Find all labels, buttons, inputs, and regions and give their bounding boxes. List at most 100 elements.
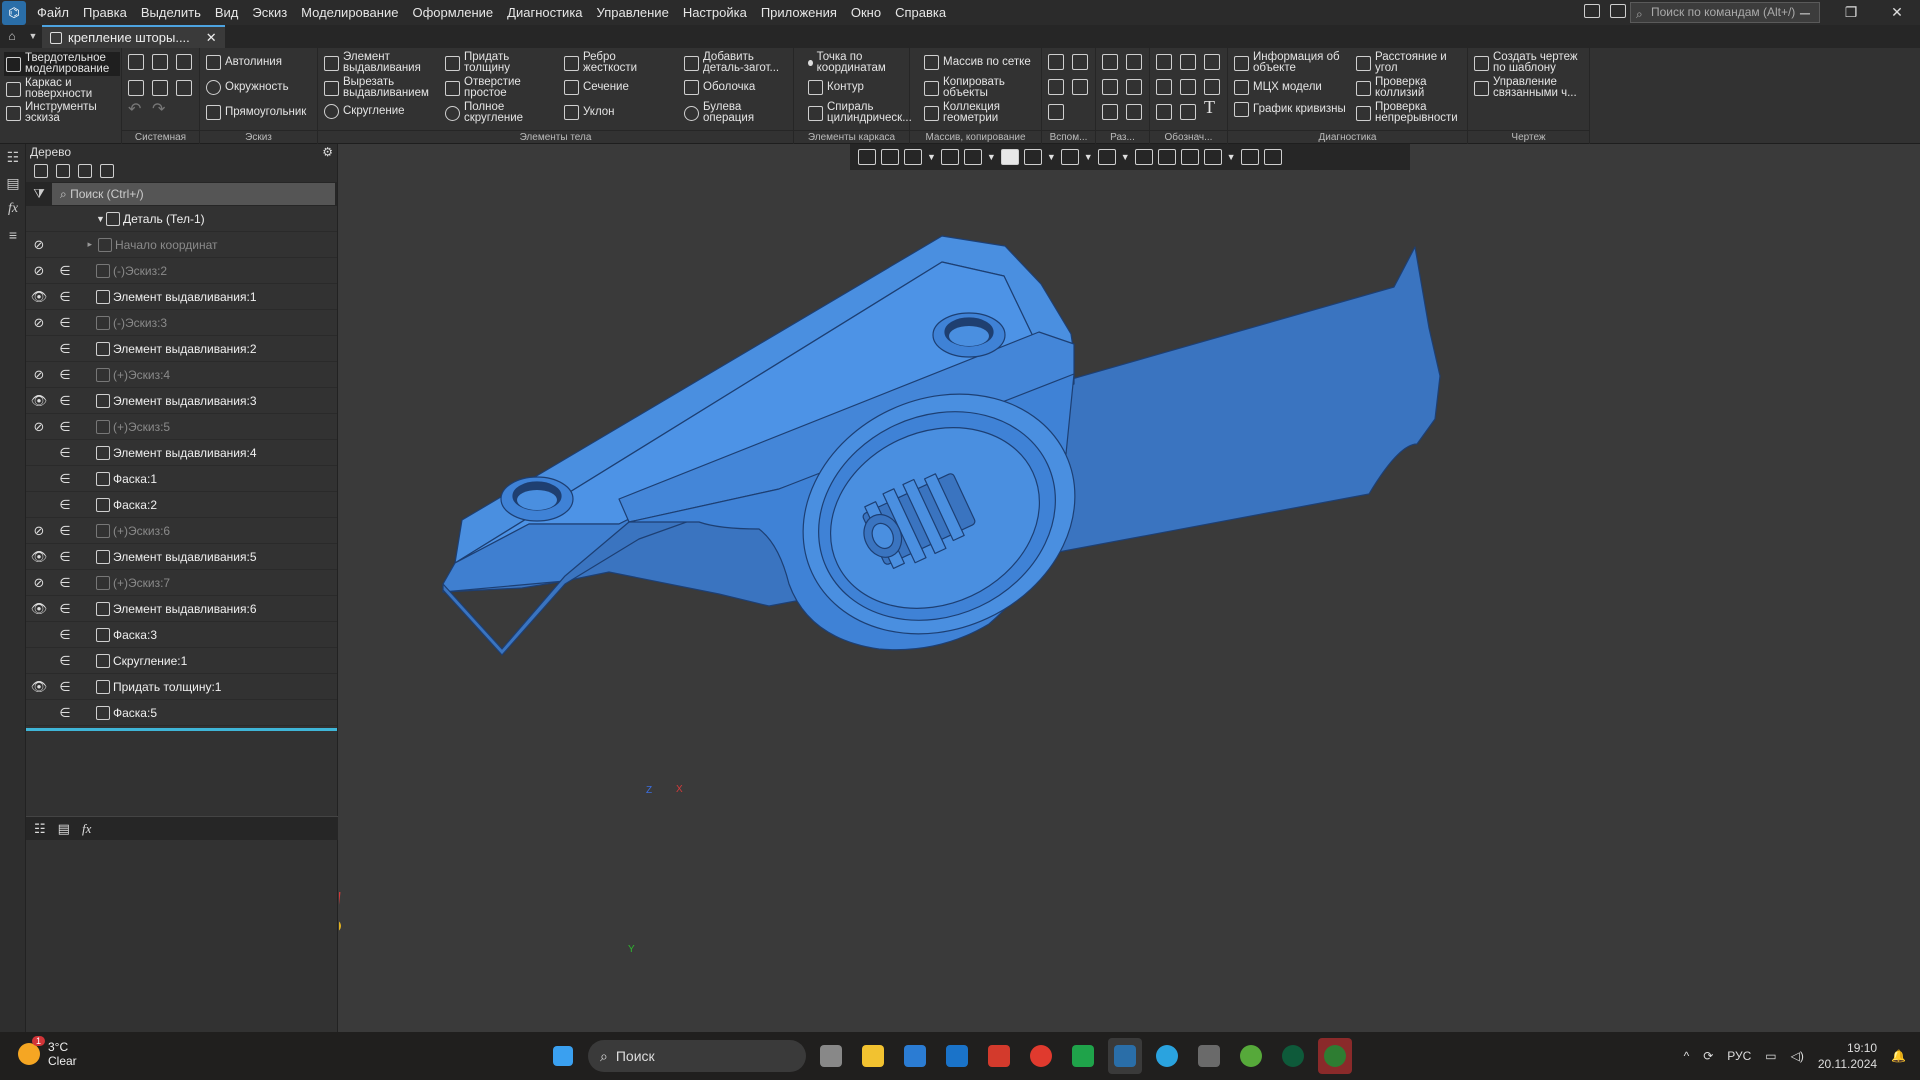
properties-icon[interactable]: ▤: [0, 170, 26, 196]
copy-objects-button[interactable]: Копировать объекты: [924, 76, 1040, 99]
rectangle-button[interactable]: Прямоугольник: [206, 105, 306, 120]
mark-3-icon[interactable]: [1204, 54, 1220, 70]
menu-select[interactable]: Выделить: [134, 0, 208, 25]
snap-icon[interactable]: [1240, 149, 1259, 165]
rib-button[interactable]: Ребро жесткости: [564, 51, 664, 74]
line-icon[interactable]: [1048, 104, 1064, 120]
tree-item[interactable]: ⊘ ∈ (+)Эскиз:7: [26, 570, 337, 596]
grid-icon[interactable]: [858, 149, 876, 165]
expand-icon[interactable]: ▼: [96, 214, 106, 224]
filter-icon[interactable]: [1203, 149, 1222, 165]
redo-icon[interactable]: ↷: [152, 102, 165, 118]
eye-icon[interactable]: 👁: [26, 679, 52, 695]
axis-icon[interactable]: [1072, 54, 1088, 70]
hide-icon[interactable]: [1060, 149, 1079, 165]
camera-icon[interactable]: [1610, 4, 1626, 18]
tree-item[interactable]: ∈ Скругление:1: [26, 648, 337, 674]
layers-icon[interactable]: ≡: [0, 222, 26, 248]
start-button[interactable]: [546, 1038, 580, 1074]
save-icon[interactable]: [176, 54, 192, 70]
yandex-button[interactable]: [1024, 1038, 1058, 1074]
recorder-button[interactable]: [1318, 1038, 1352, 1074]
linked-drawings-button[interactable]: Управление связанными ч...: [1474, 76, 1588, 99]
menu-design[interactable]: Оформление: [405, 0, 500, 25]
fillet-button[interactable]: Скругление: [324, 104, 434, 119]
chevron-down-icon[interactable]: ▼: [1121, 152, 1130, 162]
chevron-up-icon[interactable]: ^: [1684, 1049, 1690, 1063]
draft-button[interactable]: Уклон: [564, 105, 664, 120]
tree-root[interactable]: ▼ Деталь (Тел-1): [26, 206, 337, 232]
tree-layers-icon[interactable]: [78, 164, 92, 178]
mark-icon[interactable]: [1156, 54, 1172, 70]
boolean-button[interactable]: Булева операция: [684, 101, 792, 124]
pan-icon[interactable]: [940, 149, 959, 165]
roughness-3-icon[interactable]: [1204, 79, 1220, 95]
eye-icon[interactable]: 👁: [26, 549, 52, 565]
eye-hidden-icon[interactable]: ⊘: [26, 523, 52, 539]
gear-icon[interactable]: ⚙: [322, 144, 333, 160]
menu-modeling[interactable]: Моделирование: [294, 0, 405, 25]
point-coords-button[interactable]: Точка по координатам: [808, 51, 908, 74]
extrude-button[interactable]: Элемент выдавливания: [324, 51, 434, 74]
dimension-icon[interactable]: [1102, 54, 1118, 70]
perspective-icon[interactable]: [1134, 149, 1153, 165]
eye-hidden-icon[interactable]: ⊘: [26, 237, 52, 253]
chevron-down-icon[interactable]: ▼: [1084, 152, 1093, 162]
home-icon[interactable]: ⌂: [0, 25, 24, 48]
clock[interactable]: 19:10 20.11.2024: [1818, 1040, 1877, 1072]
open-folder-icon[interactable]: [152, 54, 168, 70]
telegram-button[interactable]: [1150, 1038, 1184, 1074]
tree-end-marker[interactable]: [26, 728, 337, 731]
shell-button[interactable]: Оболочка: [684, 80, 792, 95]
eye-hidden-icon[interactable]: ⊘: [26, 263, 52, 279]
menu-edit[interactable]: Правка: [76, 0, 134, 25]
app-logo-icon[interactable]: ⌬: [2, 0, 26, 25]
tree-item[interactable]: ∈ Фаска:1: [26, 466, 337, 492]
eye-hidden-icon[interactable]: ⊘: [26, 367, 52, 383]
chevron-down-icon[interactable]: ▼: [927, 152, 936, 162]
rotate-icon[interactable]: [963, 149, 982, 165]
dimension-6-icon[interactable]: [1126, 104, 1142, 120]
tree-item[interactable]: ∈ Элемент выдавливания:4: [26, 440, 337, 466]
variables-icon[interactable]: fx: [0, 196, 26, 222]
menu-file[interactable]: Файл: [30, 0, 76, 25]
tree-item[interactable]: ⊘ ∈ (-)Эскиз:2: [26, 258, 337, 284]
tree-item[interactable]: ⊘ ∈ (+)Эскиз:5: [26, 414, 337, 440]
menu-diagnostics[interactable]: Диагностика: [500, 0, 589, 25]
volume-icon[interactable]: ◁): [1791, 1049, 1804, 1063]
mass-props-button[interactable]: МЦХ модели: [1234, 80, 1352, 95]
task-view-button[interactable]: [814, 1038, 848, 1074]
tree-structure-icon[interactable]: [56, 164, 70, 178]
mode-sketch-tools[interactable]: Инструменты эскиза: [6, 101, 120, 124]
pencil-icon[interactable]: [1263, 149, 1282, 165]
orient-icon[interactable]: [881, 149, 899, 165]
tree-icon[interactable]: ☷: [0, 144, 26, 170]
undo-icon[interactable]: ↶: [128, 102, 141, 118]
eye-icon[interactable]: 👁: [26, 393, 52, 409]
taskbar-search[interactable]: ⌕ Поиск: [588, 1040, 806, 1072]
eye-hidden-icon[interactable]: ⊘: [26, 419, 52, 435]
tree-item[interactable]: ∈ Фаска:3: [26, 622, 337, 648]
sync-icon[interactable]: ⟳: [1703, 1049, 1713, 1063]
offset-plane-icon[interactable]: [1048, 79, 1064, 95]
dimension-4-icon[interactable]: [1126, 79, 1142, 95]
weld-icon[interactable]: [1180, 104, 1196, 120]
curvature-button[interactable]: График кривизны: [1234, 102, 1352, 117]
shaded-view-icon[interactable]: [1000, 149, 1019, 165]
chevron-down-icon[interactable]: ▼: [1047, 152, 1056, 162]
tree-view-icon[interactable]: [34, 164, 48, 178]
base-icon[interactable]: [1156, 104, 1172, 120]
torrent-button[interactable]: [1234, 1038, 1268, 1074]
minimize-icon[interactable]: ─: [1782, 5, 1828, 21]
tree-item[interactable]: ⊘ ∈ (+)Эскиз:6: [26, 518, 337, 544]
zoom-icon[interactable]: [904, 149, 922, 165]
mode-solid[interactable]: Твердотельное моделирование: [4, 52, 120, 76]
model-canvas[interactable]: [288, 144, 1920, 1032]
section-view-icon[interactable]: [1097, 149, 1116, 165]
object-info-button[interactable]: Информация об объекте: [1234, 51, 1352, 74]
properties-tab-icon[interactable]: ▤: [58, 821, 70, 837]
filter-icon[interactable]: ⧩: [26, 186, 52, 202]
tree-item[interactable]: ∈ Фаска:5: [26, 700, 337, 726]
language-indicator[interactable]: РУС: [1727, 1049, 1751, 1063]
autoline-button[interactable]: Автолиния: [206, 55, 282, 70]
